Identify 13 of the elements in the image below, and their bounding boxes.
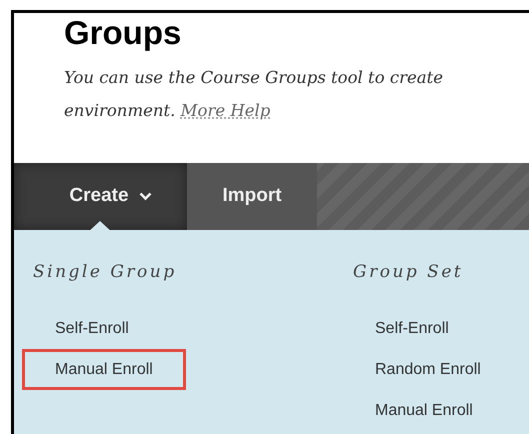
description-text: You can use the Course Groups tool to create: [64, 67, 444, 90]
description-text: environment.: [64, 101, 176, 120]
column-heading: Single Group: [33, 261, 178, 284]
menu-tab[interactable]: Create: [14, 163, 187, 230]
more-help-link[interactable]: More Help: [180, 101, 270, 120]
menu-item[interactable]: Self-Enroll: [342, 308, 482, 349]
menu-item[interactable]: Random Enroll: [342, 348, 514, 390]
menu-tab[interactable]: Import: [187, 163, 317, 230]
menu-item[interactable]: Self-Enroll: [22, 308, 162, 349]
menu-item[interactable]: Manual Enroll: [342, 390, 506, 432]
page-title: Groups: [64, 15, 182, 52]
menu-item[interactable]: Manual Enroll: [22, 348, 186, 390]
column-heading: Group Set: [353, 261, 464, 284]
